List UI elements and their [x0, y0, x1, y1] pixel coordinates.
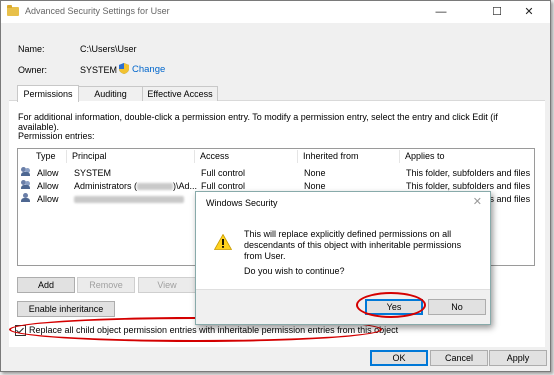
- change-owner-link[interactable]: Change: [132, 64, 165, 75]
- row-applies-to: This folder, subfolders and files: [406, 168, 531, 178]
- owner-value: SYSTEM: [80, 65, 118, 75]
- cancel-button[interactable]: Cancel: [430, 350, 488, 366]
- column-header-applies-to[interactable]: Applies to: [400, 150, 534, 163]
- users-icon: [21, 167, 31, 177]
- view-button[interactable]: View: [138, 277, 196, 293]
- tab-permissions[interactable]: Permissions: [17, 85, 79, 102]
- row-access: Full control: [201, 181, 246, 191]
- title-bar: Advanced Security Settings for User — ☐ …: [1, 1, 550, 23]
- row-access: Full control: [201, 168, 246, 178]
- window-title: Advanced Security Settings for User: [25, 6, 170, 16]
- row-type: Allow: [37, 181, 59, 191]
- row-inherited-from: None: [304, 168, 326, 178]
- owner-label: Owner:: [18, 65, 48, 75]
- uac-shield-icon: [119, 63, 129, 74]
- column-header-principal[interactable]: Principal: [67, 150, 195, 163]
- advanced-security-window: Advanced Security Settings for User — ☐ …: [0, 0, 551, 372]
- row-type: Allow: [37, 168, 59, 178]
- ok-button[interactable]: OK: [370, 350, 428, 366]
- row-type: Allow: [37, 194, 59, 204]
- row-principal-redacted: [74, 194, 184, 204]
- tab-effective-access[interactable]: Effective Access: [142, 86, 218, 101]
- enable-inheritance-button[interactable]: Enable inheritance: [17, 301, 115, 317]
- users-icon: [21, 180, 31, 190]
- dialog-footer: Yes No: [196, 289, 490, 324]
- column-header-type[interactable]: Type: [31, 150, 67, 163]
- column-header-access[interactable]: Access: [195, 150, 298, 163]
- name-label: Name:: [18, 44, 45, 54]
- windows-security-dialog: Windows Security ✕ This will replace exp…: [195, 191, 491, 325]
- dialog-close-button[interactable]: ✕: [473, 195, 482, 208]
- folder-icon: [7, 5, 19, 16]
- name-value: C:\Users\User: [80, 44, 137, 54]
- permission-entries-label: Permission entries:: [18, 131, 95, 141]
- info-text: For additional information, double-click…: [18, 112, 498, 132]
- row-applies-to: This folder, subfolders and files: [406, 181, 531, 191]
- row-principal: Administrators ()\Ad...: [74, 181, 198, 191]
- highlight-oval: [356, 292, 426, 318]
- dialog-question: Do you wish to continue?: [244, 266, 345, 276]
- row-principal: SYSTEM: [74, 168, 112, 178]
- warning-icon: [214, 234, 232, 250]
- user-icon: [21, 193, 31, 203]
- no-button[interactable]: No: [428, 299, 486, 315]
- minimize-button[interactable]: —: [419, 1, 463, 23]
- apply-button[interactable]: Apply: [489, 350, 547, 366]
- dialog-message: This will replace explicitly defined per…: [244, 229, 462, 261]
- dialog-title: Windows Security: [206, 198, 278, 208]
- remove-button[interactable]: Remove: [77, 277, 135, 293]
- row-inherited-from: None: [304, 181, 326, 191]
- column-header-inherited-from[interactable]: Inherited from: [298, 150, 400, 163]
- add-button[interactable]: Add: [17, 277, 75, 293]
- close-button[interactable]: ✕: [507, 1, 551, 23]
- tab-auditing[interactable]: Auditing: [78, 86, 143, 101]
